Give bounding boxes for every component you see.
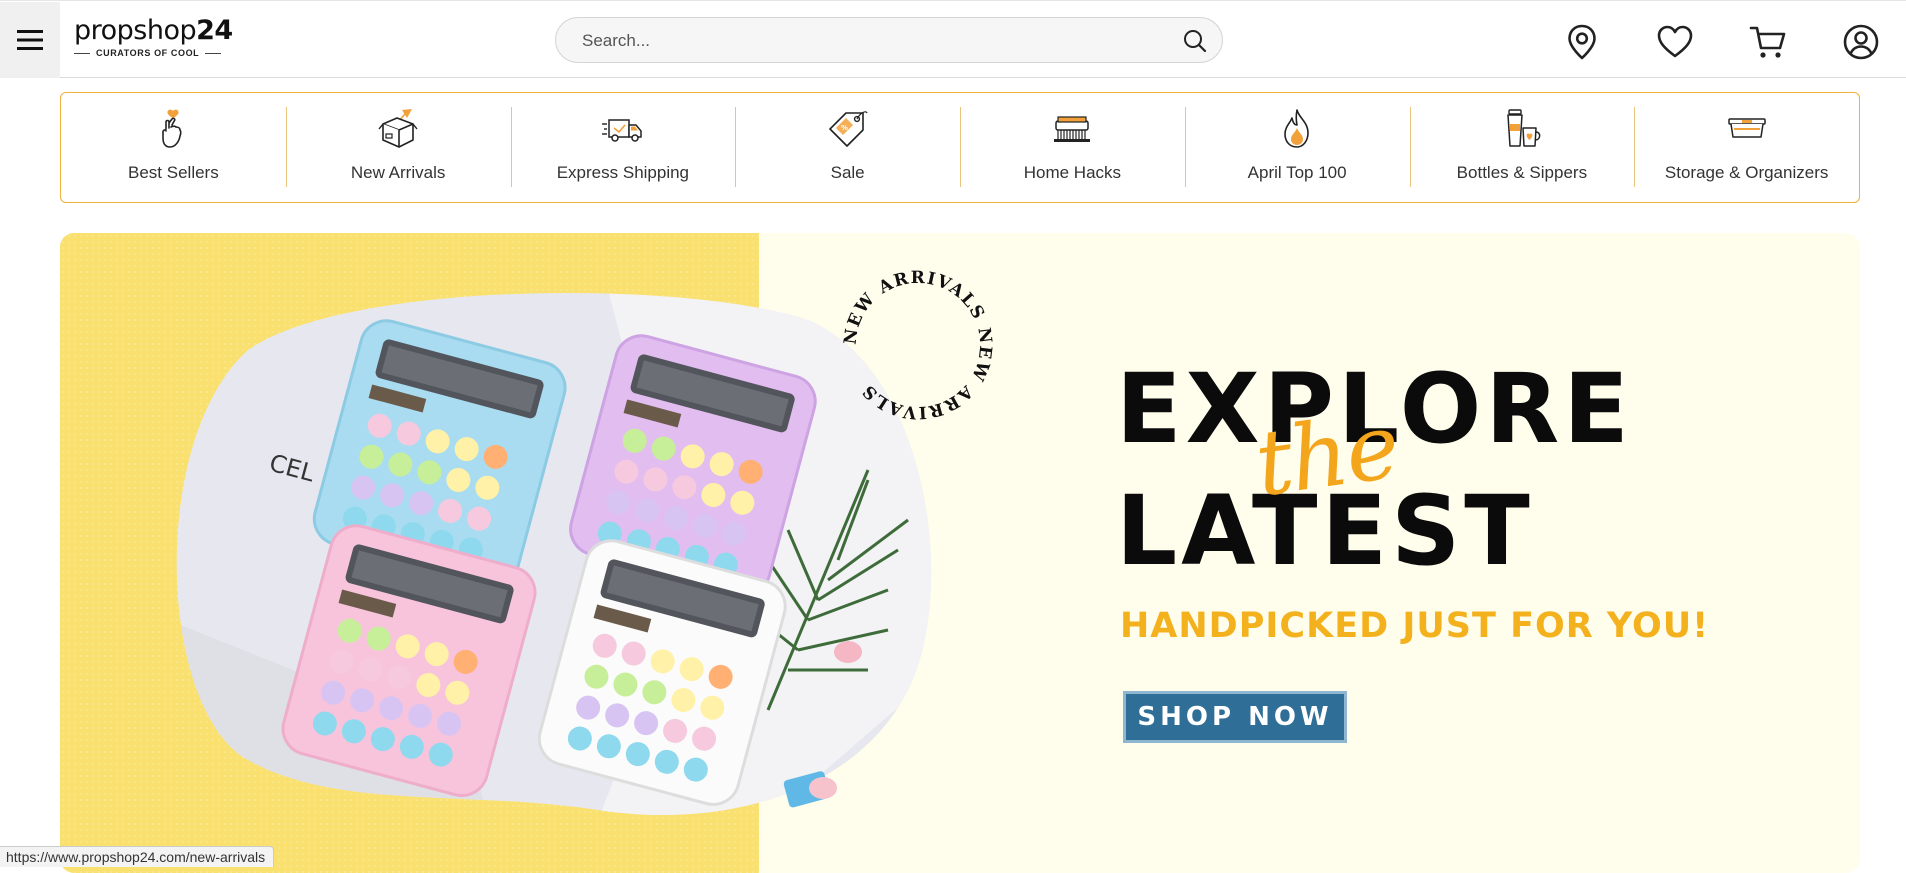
box-icon	[378, 109, 418, 148]
cups-icon	[1507, 109, 1541, 147]
category-label: Storage & Organizers	[1664, 163, 1829, 182]
shop-now-button[interactable]: SHOP NOW	[1123, 691, 1347, 743]
search-icon[interactable]	[1182, 28, 1208, 54]
svg-text:NEW ARRIVALS NEW ARRIVALS: NEW ARRIVALS NEW ARRIVALS	[841, 268, 996, 422]
site-logo[interactable]: propshop24 CURATORS OF COOL	[74, 17, 233, 58]
svg-text:%: %	[841, 124, 848, 132]
search-input[interactable]	[580, 18, 1164, 64]
category-label: Express Shipping	[556, 163, 690, 182]
category-bottles-sippers[interactable]: Bottles & Sippers	[1409, 93, 1635, 202]
category-best-sellers[interactable]: Best Sellers	[61, 93, 286, 202]
new-arrivals-stamp: NEW ARRIVALS NEW ARRIVALS	[841, 268, 996, 422]
cart-icon[interactable]	[1749, 23, 1787, 61]
headline-script: the	[1249, 393, 1405, 518]
logo-number: 24	[196, 15, 233, 46]
category-label: Sale	[830, 163, 865, 182]
heart-icon[interactable]	[1656, 23, 1694, 61]
category-new-arrivals[interactable]: New Arrivals	[285, 93, 511, 202]
category-label: Bottles & Sippers	[1456, 163, 1588, 182]
category-april-top-100[interactable]: April Top 100	[1184, 93, 1410, 202]
site-header: propshop24 CURATORS OF COOL	[0, 0, 1906, 78]
menu-button[interactable]	[0, 2, 60, 78]
status-bar-url: https://www.propshop24.com/new-arrivals	[0, 846, 275, 867]
category-label: April Top 100	[1247, 163, 1347, 182]
logo-tagline: CURATORS OF COOL	[96, 48, 200, 58]
category-label: Best Sellers	[128, 163, 219, 182]
menu-icon	[17, 30, 43, 50]
brush-icon	[1054, 116, 1091, 142]
category-label: Home Hacks	[1023, 163, 1122, 182]
category-label: New Arrivals	[350, 163, 446, 182]
delivery-truck-icon	[601, 119, 642, 142]
category-storage-organizers[interactable]: Storage & Organizers	[1634, 93, 1859, 202]
banner-subheadline: HANDPICKED JUST FOR YOU!	[1120, 606, 1710, 646]
finger-heart-icon	[162, 109, 182, 148]
location-pin-icon[interactable]	[1563, 23, 1601, 61]
category-express-shipping[interactable]: Express Shipping	[510, 93, 736, 202]
container-icon	[1727, 118, 1766, 138]
category-home-hacks[interactable]: Home Hacks	[960, 93, 1185, 202]
price-tag-icon: %	[828, 111, 868, 147]
category-sale[interactable]: % Sale	[735, 93, 960, 202]
calculators-product-image: CEL	[176, 292, 932, 816]
flame-icon	[1284, 109, 1309, 148]
user-icon[interactable]	[1842, 23, 1880, 61]
search-bar	[555, 17, 1223, 64]
hero-banner[interactable]: CEL NEW ARRIVALS NEW ARRIVALS EXPLORE LA…	[60, 233, 1860, 873]
stamp-text: NEW ARRIVALS NEW ARRIVALS	[841, 268, 994, 422]
category-strip: Best Sellers New Arrivals Express Shippi…	[60, 92, 1860, 203]
logo-brand: propshop	[74, 15, 197, 46]
